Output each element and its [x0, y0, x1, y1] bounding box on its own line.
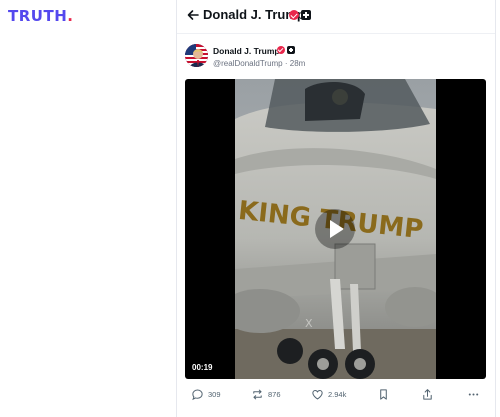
watermark-text: X [305, 317, 313, 330]
left-rail: TRUTH. [0, 0, 175, 417]
retruth-icon [253, 389, 262, 400]
plus-badge-icon [287, 46, 295, 54]
logo-text: TRUTH [8, 7, 68, 25]
reply-button[interactable]: 309 [191, 388, 221, 401]
author-handle[interactable]: @realDonaldTrump [213, 59, 283, 68]
play-icon[interactable] [315, 209, 355, 249]
post-time[interactable]: 28m [290, 59, 306, 68]
truth-logo[interactable]: TRUTH. [8, 7, 73, 25]
more-icon [468, 393, 479, 396]
plus-badge-icon [301, 10, 311, 20]
like-count: 2.94k [328, 390, 347, 399]
logo-dot: . [67, 7, 74, 25]
meta-separator: · [284, 59, 288, 68]
like-button[interactable]: 2.94k [311, 388, 346, 401]
bookmark-icon [380, 389, 387, 400]
reply-icon [192, 389, 203, 401]
retruth-count: 876 [268, 390, 281, 399]
bookmark-button[interactable] [377, 388, 390, 401]
header-badges [289, 10, 311, 20]
profile-header: Donald J. Trump [177, 0, 495, 31]
video-duration: 00:19 [192, 363, 213, 372]
like-icon [312, 389, 323, 400]
post-actions: 309 876 2.94k [177, 388, 495, 406]
author-meta: @realDonaldTrump · 28m [213, 59, 305, 68]
more-button[interactable] [467, 388, 480, 401]
retruth-button[interactable]: 876 [251, 388, 281, 401]
verified-badge-icon [277, 46, 285, 54]
share-icon [423, 389, 432, 400]
verified-badge-icon [289, 10, 299, 20]
avatar[interactable] [185, 44, 208, 67]
reply-count: 309 [208, 390, 221, 399]
video-player[interactable]: KING TRUMP X 00:19 [185, 79, 486, 379]
author-name[interactable]: Donald J. Trump [213, 46, 280, 56]
header-divider [177, 33, 495, 34]
back-arrow-icon[interactable] [185, 7, 201, 23]
main-column: Donald J. Trump Donald J. Trump @realDon… [177, 0, 495, 417]
author-badges [277, 46, 295, 54]
share-button[interactable] [421, 388, 434, 401]
right-divider [495, 0, 496, 417]
